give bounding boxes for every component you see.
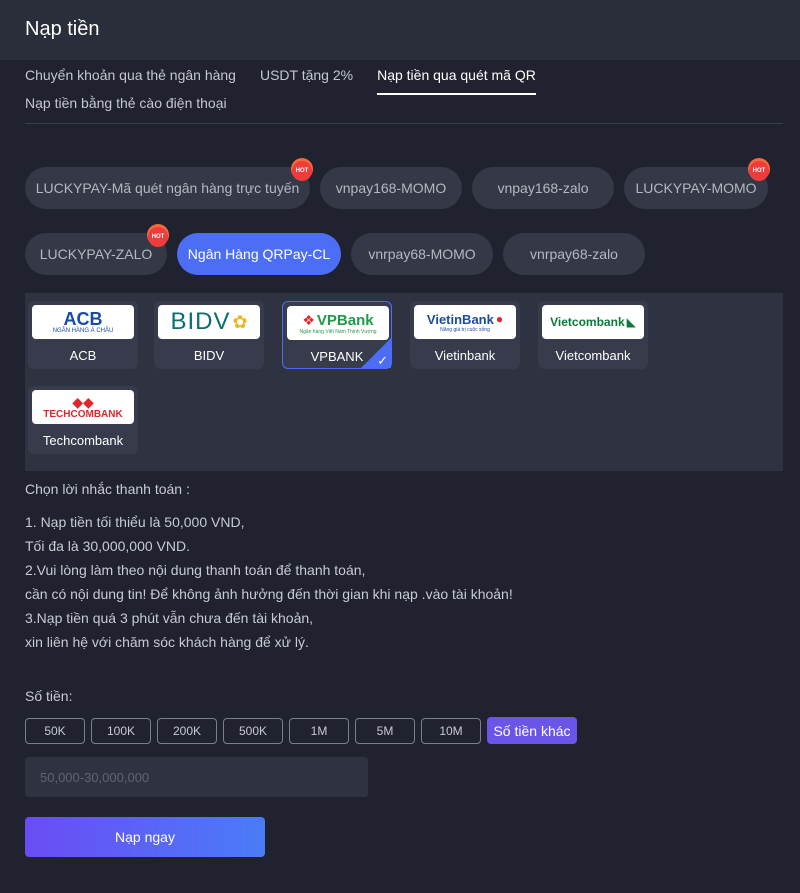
channel-luckypay-bank[interactable]: LUCKYPAY-Mã quét ngân hàng trực tuyến [25, 167, 310, 209]
tab-bank-transfer[interactable]: Chuyển khoản qua thẻ ngân hàng [25, 67, 236, 83]
bank-name: BIDV [193, 348, 225, 363]
reminder-line: xin liên hệ với chăm sóc khách hàng để x… [25, 634, 309, 650]
bidv-logo: BIDV ✿ [158, 305, 260, 339]
bank-name: Vietinbank [434, 348, 496, 363]
reminder-line: 2.Vui lòng làm theo nội dung thanh toán … [25, 562, 366, 578]
channel-label: vnpay168-zalo [497, 180, 589, 196]
channel-vnrpay68-momo[interactable]: vnrpay68-MOMO [351, 233, 493, 275]
channel-label: vnpay168-MOMO [335, 180, 447, 196]
channel-luckypay-momo[interactable]: LUCKYPAY-MOMO [624, 167, 768, 209]
channel-label: Ngân Hàng QRPay-CL [187, 246, 331, 262]
channel-label: LUCKYPAY-Mã quét ngân hàng trực tuyến [35, 180, 300, 196]
bank-bidv[interactable]: BIDV ✿ BIDV [154, 301, 264, 369]
bank-acb[interactable]: ACB NGÂN HÀNG Á CHÂU ACB [28, 301, 138, 369]
techcombank-logo: ◆◆ TECHCOMBANK [32, 390, 134, 424]
hot-badge-icon: HOT [749, 161, 769, 181]
reminder-list: 1. Nạp tiền tối thiểu là 50,000 VND, Tối… [25, 510, 513, 654]
amount-200k-button[interactable]: 200K [157, 718, 217, 744]
tabs-divider [25, 123, 783, 124]
deposit-now-button[interactable]: Nạp ngay [25, 817, 265, 857]
channel-label: vnrpay68-zalo [530, 246, 618, 262]
bank-vpbank[interactable]: ❖ VPBank Ngân hàng Việt Nam Thịnh Vượng … [282, 301, 392, 369]
amount-input[interactable] [25, 757, 368, 797]
bank-vietinbank[interactable]: VietinBank ● Nâng giá trị cuộc sống Viet… [410, 301, 520, 369]
bank-name: Vietcombank [555, 348, 631, 363]
bank-name: Techcombank [42, 433, 124, 448]
channel-vnpay168-momo[interactable]: vnpay168-MOMO [320, 167, 462, 209]
deposit-method-tabs-row2: Nạp tiền bằng thẻ cào điện thoại [25, 95, 227, 111]
acb-logo: ACB NGÂN HÀNG Á CHÂU [32, 305, 134, 339]
amount-50k-button[interactable]: 50K [25, 718, 85, 744]
techcombank-emblem-icon: ◆◆ [72, 393, 94, 410]
vpbank-logo: ❖ VPBank Ngân hàng Việt Nam Thịnh Vượng [287, 306, 389, 340]
channel-qrpay-cl[interactable]: Ngân Hàng QRPay-CL [177, 233, 341, 275]
amount-10m-button[interactable]: 10M [421, 718, 481, 744]
page-title: Nạp tiền [25, 18, 100, 40]
amount-other-button[interactable]: Số tiền khác [487, 717, 577, 744]
vietinbank-logo: VietinBank ● Nâng giá trị cuộc sống [414, 305, 516, 339]
channel-label: LUCKYPAY-MOMO [635, 180, 757, 196]
amount-1m-button[interactable]: 1M [289, 718, 349, 744]
channel-luckypay-zalo[interactable]: LUCKYPAY-ZALO [25, 233, 167, 275]
hot-badge-icon: HOT [292, 161, 312, 181]
deposit-method-tabs: Chuyển khoản qua thẻ ngân hàng USDT tặng… [25, 67, 536, 95]
reminder-line: cần có nội dung tin! Để không ảnh hưởng … [25, 586, 513, 602]
amount-5m-button[interactable]: 5M [355, 718, 415, 744]
amount-100k-button[interactable]: 100K [91, 718, 151, 744]
bank-name: ACB [69, 348, 97, 363]
bank-vietcombank[interactable]: Vietcombank ◣ Vietcombank [538, 301, 648, 369]
check-icon: ✓ [377, 353, 388, 368]
vietcombank-emblem-icon: ◣ [626, 315, 636, 329]
amount-label: Số tiền: [25, 688, 73, 704]
vietcombank-logo: Vietcombank ◣ [542, 305, 644, 339]
reminder-line: Tối đa là 30,000,000 VND. [25, 538, 190, 554]
bank-list: ACB NGÂN HÀNG Á CHÂU ACB BIDV ✿ BIDV ❖ V… [25, 293, 783, 471]
hot-badge-icon: HOT [148, 227, 168, 247]
channel-label: LUCKYPAY-ZALO [39, 246, 153, 262]
tab-phone-card[interactable]: Nạp tiền bằng thẻ cào điện thoại [25, 95, 227, 111]
page-header: Nạp tiền [0, 0, 800, 60]
bank-techcombank[interactable]: ◆◆ TECHCOMBANK Techcombank [28, 386, 138, 454]
vpbank-emblem-icon: ❖ [302, 311, 315, 328]
tab-qr-scan[interactable]: Nạp tiền qua quét mã QR [377, 67, 536, 95]
reminder-title: Chọn lời nhắc thanh toán : [25, 481, 190, 497]
reminder-line: 3.Nạp tiền quá 3 phút vẫn chưa đến tài k… [25, 610, 314, 626]
reminder-line: 1. Nạp tiền tối thiểu là 50,000 VND, [25, 514, 245, 530]
flower-icon: ✿ [232, 311, 248, 332]
channel-label: vnrpay68-MOMO [368, 246, 476, 262]
channel-vnpay168-zalo[interactable]: vnpay168-zalo [472, 167, 614, 209]
vietinbank-emblem-icon: ● [495, 312, 504, 326]
tab-usdt[interactable]: USDT tặng 2% [260, 67, 353, 83]
amount-500k-button[interactable]: 500K [223, 718, 283, 744]
channel-vnrpay68-zalo[interactable]: vnrpay68-zalo [503, 233, 645, 275]
